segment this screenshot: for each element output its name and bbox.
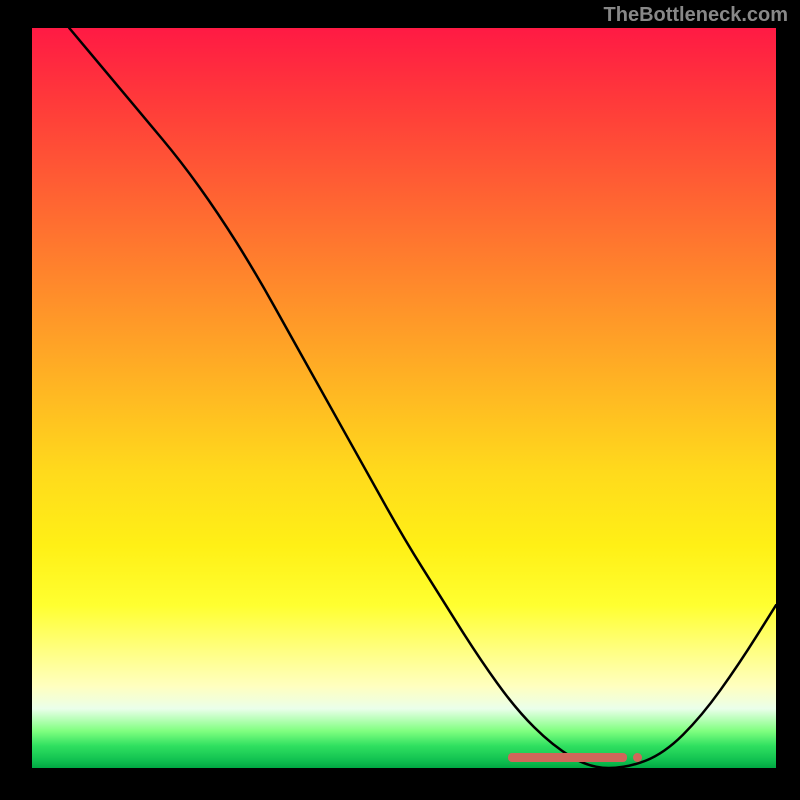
plot-area: [32, 28, 776, 768]
bottleneck-curve: [69, 28, 776, 768]
chart-container: TheBottleneck.com: [0, 0, 800, 800]
curve-svg: [32, 28, 776, 768]
watermark-text: TheBottleneck.com: [604, 4, 788, 27]
optimal-range-marker: [508, 753, 627, 762]
